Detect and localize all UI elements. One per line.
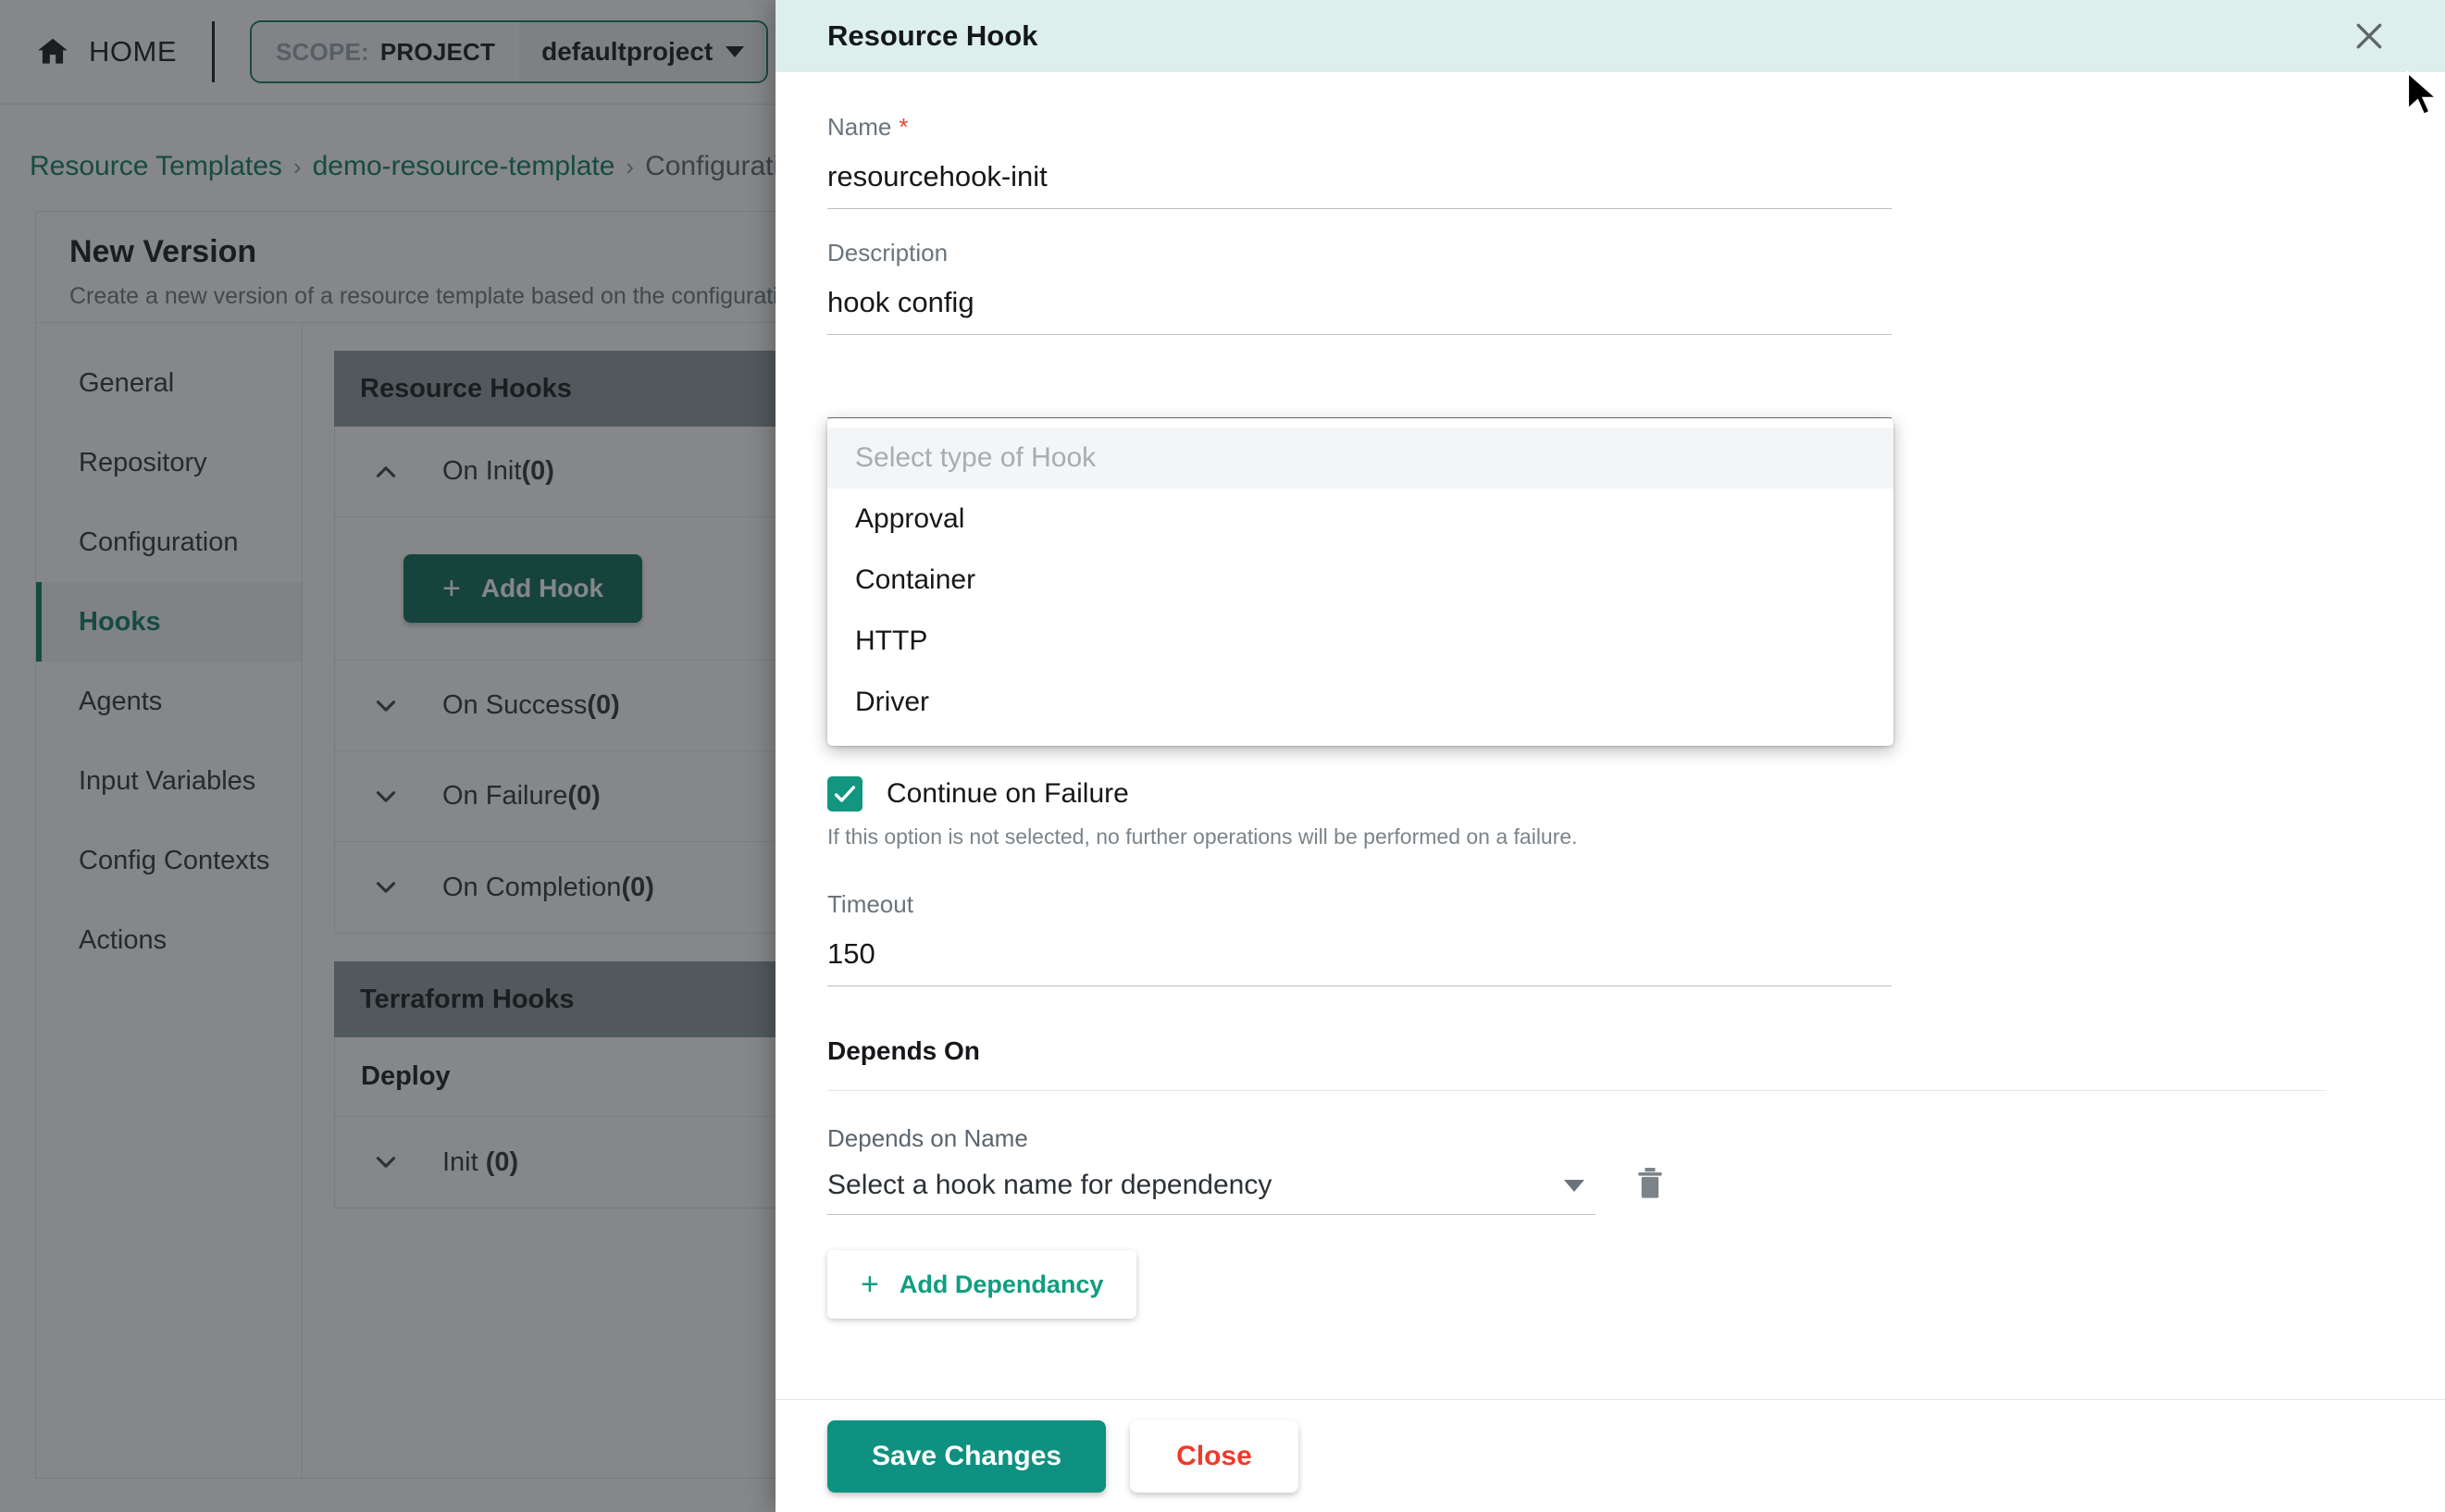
name-label: Name *: [827, 113, 909, 141]
continue-on-failure-hint: If this option is not selected, no furth…: [827, 824, 1578, 849]
hook-type-dropdown-panel: Select type of Hook Approval Container H…: [827, 418, 1893, 746]
depends-on-section-title: Depends On: [827, 1036, 2327, 1091]
hook-type-option-placeholder[interactable]: Select type of Hook: [827, 428, 1893, 489]
trash-icon[interactable]: [1634, 1165, 1666, 1202]
hook-type-option-driver[interactable]: Driver: [827, 672, 1893, 733]
description-label: Description: [827, 239, 949, 266]
hook-type-option-approval[interactable]: Approval: [827, 489, 1893, 550]
modal-header: Resource Hook: [776, 0, 2445, 72]
continue-on-failure-label: Continue on Failure: [887, 778, 1129, 809]
plus-icon: +: [861, 1267, 879, 1302]
dependency-value: Select a hook name for dependency: [827, 1170, 1272, 1200]
hook-type-select-wrap: Select type of Hook Approval Container H…: [827, 365, 1893, 746]
close-icon[interactable]: [2351, 18, 2388, 55]
save-changes-button[interactable]: Save Changes: [827, 1419, 1107, 1493]
name-input[interactable]: [827, 156, 1892, 209]
chevron-down-icon: [1564, 1179, 1584, 1192]
dependency-row: Depends on Name Select a hook name for d…: [827, 1124, 2393, 1215]
screen-root: HOME SCOPE: PROJECT defaultproject Resou…: [0, 0, 2445, 1512]
hook-type-option-http[interactable]: HTTP: [827, 611, 1893, 672]
timeout-label: Timeout: [827, 890, 913, 918]
hook-type-select[interactable]: [827, 365, 1892, 418]
timeout-input[interactable]: [827, 934, 1892, 986]
dependency-label: Depends on Name: [827, 1124, 1028, 1152]
modal-body: Name* Description Select type of Hook Ap…: [776, 72, 2445, 1399]
timeout-field-group: Timeout: [827, 890, 2393, 986]
required-marker: *: [899, 113, 909, 141]
resource-hook-modal: Resource Hook Name* Description Select t…: [776, 0, 2445, 1512]
add-dependency-label: Add Dependancy: [899, 1270, 1104, 1298]
description-field-group: Description: [827, 239, 2393, 335]
close-button[interactable]: Close: [1130, 1419, 1298, 1493]
mouse-cursor: [2402, 70, 2445, 120]
continue-on-failure-checkbox[interactable]: [827, 776, 863, 812]
modal-footer: Save Changes Close: [776, 1399, 2445, 1512]
continue-on-failure-row[interactable]: Continue on Failure: [827, 776, 2393, 812]
dependency-select-group: Depends on Name Select a hook name for d…: [827, 1124, 1595, 1215]
add-dependency-button[interactable]: + Add Dependancy: [827, 1250, 1137, 1319]
hook-type-option-container[interactable]: Container: [827, 550, 1893, 611]
dependency-select[interactable]: Select a hook name for dependency: [827, 1170, 1595, 1215]
description-input[interactable]: [827, 282, 1892, 335]
modal-title: Resource Hook: [827, 19, 1038, 52]
name-field-group: Name *: [827, 113, 2393, 209]
